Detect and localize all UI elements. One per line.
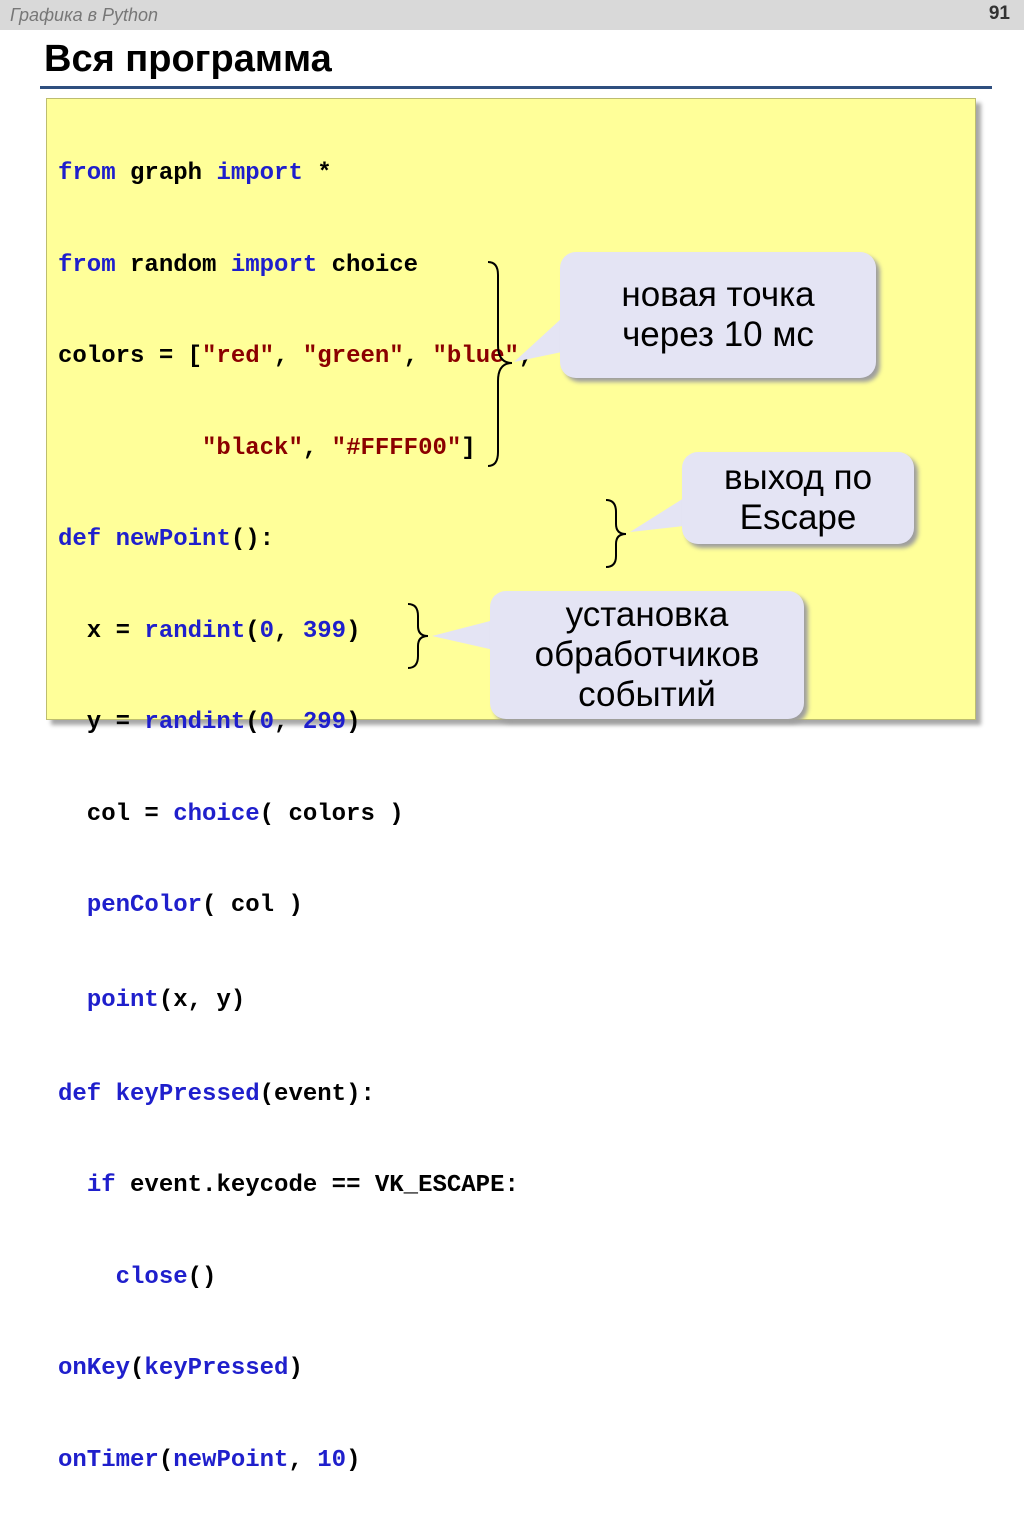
code-token: ( [130, 1355, 145, 1382]
code-token: ( colors ) [259, 800, 404, 828]
code-token: col = [58, 800, 174, 828]
code-token: (x, y) [158, 986, 246, 1014]
code-token: keyPressed [144, 1355, 289, 1382]
code-token: choice [173, 800, 260, 828]
code-token: () [187, 1263, 217, 1291]
code-line: def keyPressed(event): [58, 1076, 533, 1114]
pointer-handlers [432, 620, 494, 650]
callout-escape: выход по Escape [682, 452, 914, 544]
code-token: , [288, 1446, 318, 1474]
code-token: 10 [317, 1446, 347, 1474]
callout-handlers: установка обработчиков событий [490, 591, 804, 719]
code-token: ) [346, 1446, 361, 1474]
brace-new-point [487, 261, 513, 467]
code-token: ( [158, 1446, 174, 1474]
code-line: onKey(keyPressed) [58, 1350, 533, 1388]
callout-text-line: установка [565, 595, 729, 634]
code-token: ) [288, 1355, 303, 1382]
callout-text-line: через 10 мс [622, 315, 814, 354]
code-token: onTimer [58, 1446, 159, 1474]
code-token: event.keycode == VK_ESCAPE: [115, 1172, 519, 1199]
callout-new-point: новая точка через 10 мс [560, 252, 876, 378]
code-token: penColor [86, 892, 203, 919]
code-token: keyPressed [115, 1080, 260, 1108]
code-token: (event): [259, 1080, 375, 1108]
code-token: if [86, 1172, 116, 1199]
callout-text-line: новая точка [621, 275, 815, 314]
code-token: newPoint [173, 1446, 289, 1474]
code-token: point [86, 986, 159, 1014]
code-line: col = choice( colors ) [58, 796, 533, 834]
callout-text-line: обработчиков [534, 635, 760, 674]
code-line: run() [58, 1533, 533, 1534]
pointer-escape [630, 498, 684, 532]
code-token: onKey [58, 1355, 131, 1382]
code-token: def [58, 1080, 102, 1108]
code-line: penColor( col ) [58, 887, 533, 925]
code-line: point(x, y) [58, 979, 533, 1022]
code-line: onTimer(newPoint, 10) [58, 1442, 533, 1480]
code-line: if event.keycode == VK_ESCAPE: [58, 1167, 533, 1205]
callout-text-line: событий [578, 675, 716, 714]
code-token: ( col ) [202, 892, 303, 919]
pointer-new-point [514, 318, 562, 362]
brace-handlers [407, 603, 429, 669]
code-token: close [115, 1263, 188, 1291]
callout-text-line: выход по [723, 458, 873, 497]
code-line: close() [58, 1259, 533, 1297]
callout-text-line: Escape [739, 498, 857, 537]
brace-escape [605, 499, 627, 568]
